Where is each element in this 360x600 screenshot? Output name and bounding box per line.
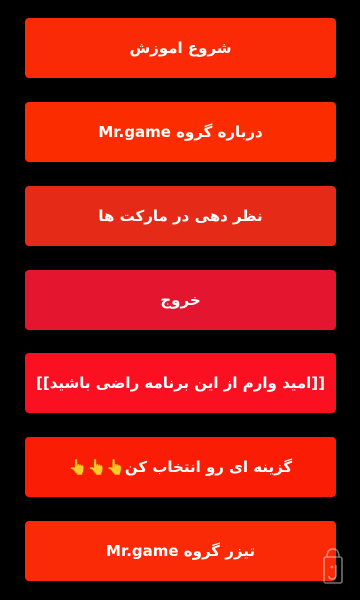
choose-option-button[interactable]: گزینه ای رو انتخاب کن👆👆👆: [25, 437, 336, 497]
about-group-button[interactable]: درباره گروه Mr.game: [25, 102, 336, 162]
exit-button[interactable]: خروج: [25, 270, 336, 330]
start-tutorial-button[interactable]: شروع اموزش: [25, 18, 336, 78]
main-menu: شروع اموزش درباره گروه Mr.game نظر دهی د…: [0, 0, 360, 600]
group-teaser-button[interactable]: تیزر گروه Mr.game: [25, 521, 336, 581]
rate-in-markets-button[interactable]: نظر دهی در مارکت ها: [25, 186, 336, 246]
bazaar-bag-icon: [323, 548, 343, 584]
hope-satisfied-button[interactable]: [[امید وارم از این برنامه راضی باشید]]: [25, 353, 336, 413]
